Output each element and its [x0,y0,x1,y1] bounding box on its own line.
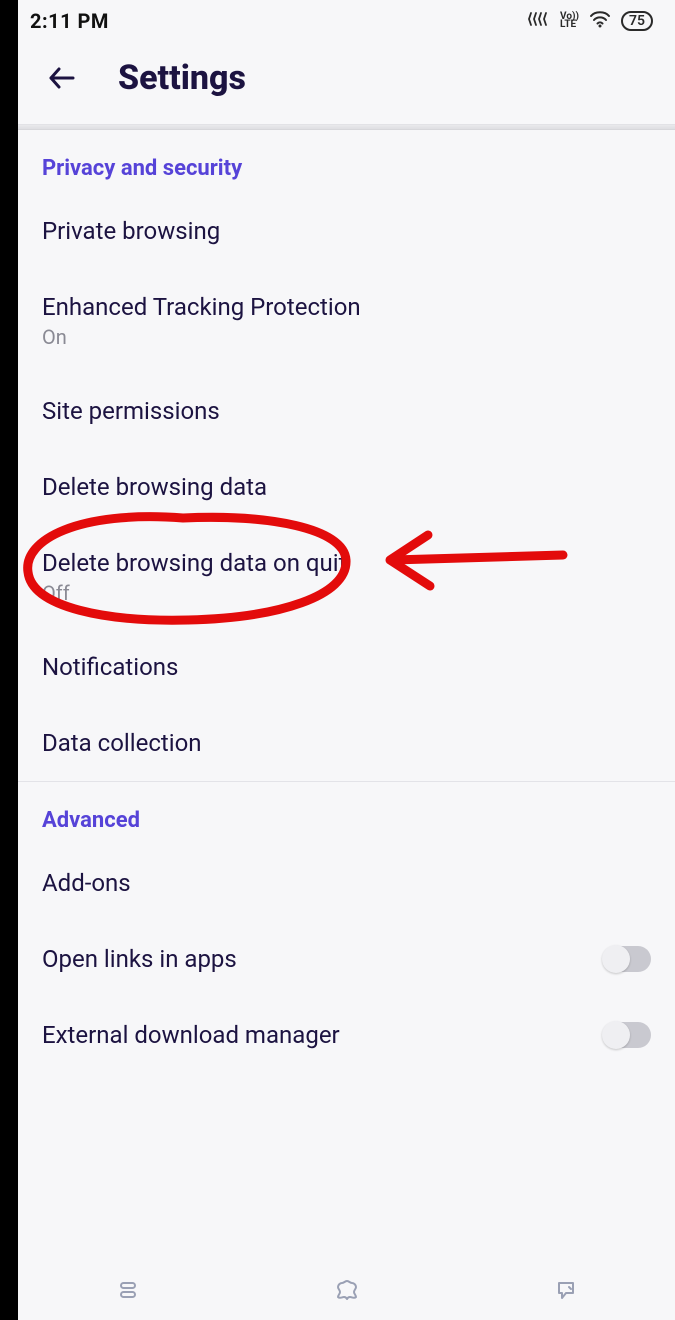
charge-icon [528,11,550,31]
back-button[interactable] [42,58,82,98]
status-bar: 2:11 PM Vo)) LTE 75 [18,0,675,40]
item-label: Notifications [42,653,178,681]
item-sublabel: Off [42,581,346,605]
item-site-permissions[interactable]: Site permissions [18,373,675,449]
item-open-links-in-apps[interactable]: Open links in apps [18,921,675,997]
app-bar: Settings [18,40,675,124]
item-label: Enhanced Tracking Protection [42,293,361,321]
item-sublabel: On [42,325,361,349]
item-label: Site permissions [42,397,220,425]
item-delete-browsing-data-on-quit[interactable]: Delete browsing data on quit Off [18,525,675,629]
item-label: Data collection [42,729,202,757]
item-label: Add-ons [42,869,131,897]
item-notifications[interactable]: Notifications [18,629,675,705]
wifi-icon [589,10,611,32]
item-label: Delete browsing data [42,473,267,501]
status-indicators: Vo)) LTE 75 [528,10,653,32]
item-data-collection[interactable]: Data collection [18,705,675,781]
item-label: Delete browsing data on quit [42,549,346,577]
battery-indicator: 75 [621,11,653,31]
nav-back-button[interactable] [546,1270,586,1310]
screen: 2:11 PM Vo)) LTE 75 Settings Privacy and… [18,0,675,1320]
toggle-open-links-in-apps[interactable] [603,946,651,972]
system-nav-bar [18,1260,675,1320]
volte-icon: Vo)) LTE [560,13,579,29]
item-delete-browsing-data[interactable]: Delete browsing data [18,449,675,525]
page-title: Settings [118,58,246,98]
item-label: Private browsing [42,217,220,245]
section-header-privacy: Privacy and security [18,130,675,193]
item-private-browsing[interactable]: Private browsing [18,193,675,269]
settings-list[interactable]: Privacy and security Private browsing En… [18,130,675,1059]
item-label: Open links in apps [42,945,237,973]
nav-home-button[interactable] [327,1270,367,1310]
nav-recents-button[interactable] [108,1270,148,1310]
item-external-download-manager[interactable]: External download manager [18,997,675,1059]
item-label: External download manager [42,1021,340,1049]
device-frame-left [0,0,18,1320]
item-addons[interactable]: Add-ons [18,845,675,921]
section-header-advanced: Advanced [18,782,675,845]
item-enhanced-tracking-protection[interactable]: Enhanced Tracking Protection On [18,269,675,373]
toggle-external-download-manager[interactable] [603,1022,651,1048]
status-time: 2:11 PM [30,9,109,33]
